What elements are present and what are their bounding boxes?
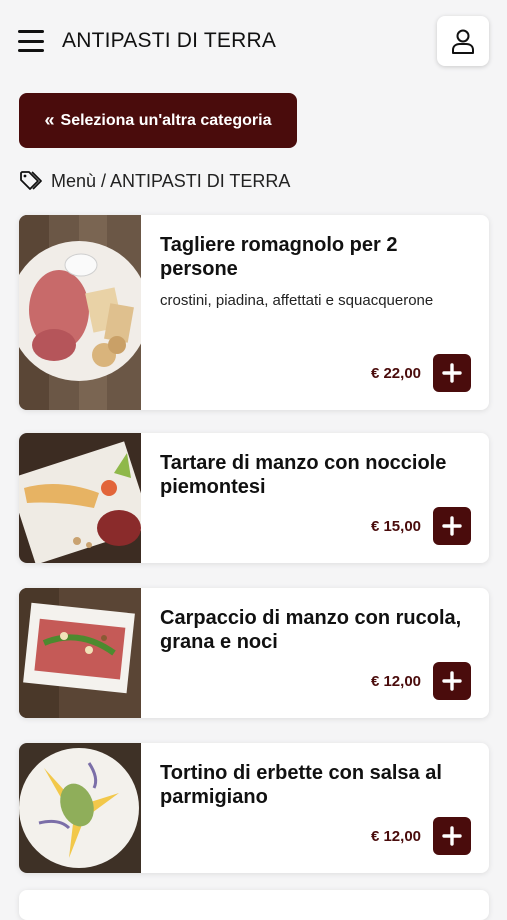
item-price: € 12,00: [370, 672, 421, 690]
plus-icon: [442, 826, 462, 846]
plus-icon: [442, 516, 462, 536]
item-photo-herb-tart: [19, 743, 141, 873]
double-chevron-left-icon: «: [44, 110, 55, 130]
breadcrumb: Menù / ANTIPASTI DI TERRA: [19, 170, 290, 192]
add-to-cart-button[interactable]: [433, 817, 471, 855]
select-category-label: Seleziona un'altra categoria: [60, 111, 272, 129]
menu-item-card[interactable]: Carpaccio di manzo con rucola, grana e n…: [19, 588, 489, 718]
item-body: Carpaccio di manzo con rucola, grana e n…: [160, 588, 471, 718]
item-footer: € 12,00: [371, 662, 471, 700]
plus-icon: [442, 363, 462, 383]
app-header: ANTIPASTI DI TERRA: [0, 0, 507, 82]
item-body: Tartare di manzo con nocciole piemontesi…: [160, 433, 471, 563]
item-price: € 15,00: [370, 517, 421, 535]
item-description: crostini, piadina, affettati e squacquer…: [160, 292, 434, 309]
item-footer: € 12,00: [371, 817, 471, 855]
user-icon: [452, 29, 474, 54]
item-photo-beef-carpaccio: [19, 588, 141, 718]
item-footer: € 22,00: [371, 354, 471, 392]
add-to-cart-button[interactable]: [433, 662, 471, 700]
menu-item-card[interactable]: Tortino di erbette con salsa al parmigia…: [19, 743, 489, 873]
item-name: Tartare di manzo con nocciole piemontesi: [160, 452, 447, 498]
page-title: ANTIPASTI DI TERRA: [62, 29, 277, 52]
menu-item-card[interactable]: Tagliere romagnolo per 2 persone crostin…: [19, 215, 489, 410]
menu-item-card-partial[interactable]: [19, 890, 489, 920]
item-name: Carpaccio di manzo con rucola, grana e n…: [160, 607, 462, 653]
item-price: € 12,00: [370, 827, 421, 845]
item-body: Tagliere romagnolo per 2 persone crostin…: [160, 215, 471, 410]
select-category-button[interactable]: « Seleziona un'altra categoria: [19, 93, 297, 148]
menu-item-card[interactable]: Tartare di manzo con nocciole piemontesi…: [19, 433, 489, 563]
item-photo-charcuterie-board: [19, 215, 149, 410]
breadcrumb-text: Menù / ANTIPASTI DI TERRA: [51, 170, 291, 191]
item-name: Tortino di erbette con salsa al parmigia…: [160, 762, 442, 808]
add-to-cart-button[interactable]: [433, 354, 471, 392]
tag-icon: [20, 171, 42, 190]
plus-icon: [442, 671, 462, 691]
item-footer: € 15,00: [371, 507, 471, 545]
item-photo-beef-tartare: [19, 433, 152, 563]
user-account-button[interactable]: [437, 16, 489, 66]
item-price: € 22,00: [370, 364, 421, 382]
hamburger-icon[interactable]: [18, 30, 44, 52]
add-to-cart-button[interactable]: [433, 507, 471, 545]
item-name: Tagliere romagnolo per 2 persone: [160, 234, 398, 280]
item-body: Tortino di erbette con salsa al parmigia…: [160, 743, 471, 873]
